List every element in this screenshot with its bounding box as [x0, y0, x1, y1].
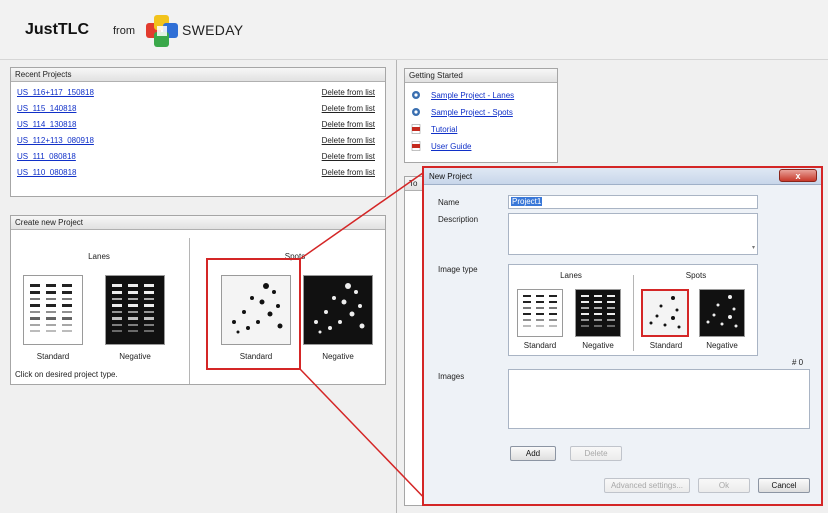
lanes-standard-plate-icon — [24, 276, 82, 344]
lanes-negative-thumbnail[interactable] — [105, 275, 165, 345]
spots-negative-thumbnail[interactable] — [303, 275, 373, 345]
lanes-negative-caption: Negative — [119, 352, 151, 361]
add-button[interactable]: Add — [510, 446, 556, 461]
user-guide-link[interactable]: User Guide — [431, 142, 471, 151]
from-label: from — [113, 25, 135, 37]
images-label: Images — [438, 372, 465, 381]
app-title: JustTLC — [25, 21, 89, 38]
recent-projects-panel: Recent Projects US_116+117_150818 Delete… — [10, 67, 386, 197]
dialog-lanes-negative-plate-icon — [576, 290, 620, 336]
sample-project-icon — [412, 108, 420, 116]
dialog-spots-negative-thumbnail[interactable] — [699, 289, 745, 337]
ok-button[interactable]: Ok — [698, 478, 750, 493]
spots-negative-plate-icon — [304, 276, 372, 344]
delete-from-list-link[interactable]: Delete from list — [322, 104, 375, 113]
panel-divider — [396, 60, 397, 513]
description-input[interactable]: ▾ — [508, 213, 758, 255]
lanes-negative-plate-icon — [106, 276, 164, 344]
recent-project-link[interactable]: US_114_130818 — [17, 120, 76, 129]
delete-button[interactable]: Delete — [570, 446, 622, 461]
sample-project-spots-link[interactable]: Sample Project - Spots — [431, 108, 513, 117]
dialog-spots-standard-plate-icon — [643, 291, 687, 335]
dialog-lanes-standard-thumbnail[interactable] — [517, 289, 563, 337]
spots-standard-caption: Standard — [239, 352, 273, 361]
delete-from-list-link[interactable]: Delete from list — [322, 120, 375, 129]
dialog-lanes-negative-caption: Negative — [582, 341, 614, 350]
dialog-lanes-standard-plate-icon — [518, 290, 562, 336]
description-label: Description — [438, 215, 479, 224]
recent-project-link[interactable]: US_116+117_150818 — [17, 88, 94, 97]
dialog-spots-standard-caption: Standard — [649, 341, 683, 350]
spots-negative-caption: Negative — [322, 352, 354, 361]
getting-started-title: Getting Started — [405, 69, 557, 83]
images-count: # 0 — [792, 358, 804, 367]
sample-project-icon — [412, 91, 420, 99]
pdf-icon — [411, 141, 421, 151]
new-project-dialog: New Project x Name Project1 Description … — [422, 166, 823, 506]
advanced-settings-button[interactable]: Advanced settings... — [604, 478, 690, 493]
dialog-lanes-standard-caption: Standard — [523, 341, 557, 350]
dialog-lanes-label: Lanes — [560, 271, 582, 280]
type-divider — [189, 238, 190, 384]
dialog-title: New Project — [429, 172, 473, 181]
close-icon[interactable]: x — [779, 169, 817, 182]
getting-started-item[interactable]: User Guide — [411, 141, 557, 153]
lanes-standard-caption: Standard — [36, 352, 70, 361]
company-name: SWEDAY — [182, 22, 244, 38]
name-input[interactable]: Project1 — [508, 195, 758, 209]
sample-project-lanes-link[interactable]: Sample Project - Lanes — [431, 91, 514, 100]
spots-standard-thumbnail[interactable] — [221, 275, 291, 345]
dialog-title-bar: New Project x — [424, 168, 821, 185]
getting-started-item[interactable]: Tutorial — [411, 124, 557, 136]
dialog-spots-standard-thumbnail[interactable] — [641, 289, 689, 337]
pdf-icon — [411, 124, 421, 134]
spots-standard-plate-icon — [222, 276, 290, 344]
images-list[interactable] — [508, 369, 810, 429]
image-type-selector: Lanes Spots Standard Negative Standard N… — [508, 264, 758, 356]
spots-label: Spots — [284, 252, 306, 261]
delete-from-list-link[interactable]: Delete from list — [322, 168, 375, 177]
app-header: JustTLC from SWEDAY — [0, 0, 828, 60]
lanes-label: Lanes — [88, 252, 110, 261]
delete-from-list-link[interactable]: Delete from list — [322, 152, 375, 161]
getting-started-item[interactable]: Sample Project - Spots — [411, 107, 557, 119]
getting-started-panel: Getting Started Sample Project - Lanes S… — [404, 68, 558, 163]
getting-started-item[interactable]: Sample Project - Lanes — [411, 90, 557, 102]
dialog-spots-negative-caption: Negative — [706, 341, 738, 350]
recent-project-row: US_112+113_080918 Delete from list — [17, 136, 375, 148]
cancel-button[interactable]: Cancel — [758, 478, 810, 493]
recent-project-row: US_116+117_150818 Delete from list — [17, 88, 375, 100]
name-label: Name — [438, 198, 460, 207]
recent-project-row: US_111_080818 Delete from list — [17, 152, 375, 164]
recent-project-link[interactable]: US_112+113_080918 — [17, 136, 94, 145]
create-project-title: Create new Project — [11, 216, 385, 230]
image-type-label: Image type — [438, 265, 478, 274]
dialog-lanes-negative-thumbnail[interactable] — [575, 289, 621, 337]
name-value: Project1 — [511, 197, 543, 206]
recent-project-row: US_115_140818 Delete from list — [17, 104, 375, 116]
recent-project-link[interactable]: US_110_080818 — [17, 168, 76, 177]
sweday-logo-icon — [146, 15, 178, 47]
recent-projects-title: Recent Projects — [11, 68, 385, 82]
recent-project-row: US_114_130818 Delete from list — [17, 120, 375, 132]
project-type-hint: Click on desired project type. — [15, 370, 118, 379]
dialog-spots-negative-plate-icon — [700, 290, 744, 336]
create-project-panel: Create new Project Lanes Spots Standard … — [10, 215, 386, 385]
tutorial-link[interactable]: Tutorial — [431, 125, 457, 134]
scroll-down-icon[interactable]: ▾ — [752, 244, 755, 251]
delete-from-list-link[interactable]: Delete from list — [322, 136, 375, 145]
delete-from-list-link[interactable]: Delete from list — [322, 88, 375, 97]
lanes-standard-thumbnail[interactable] — [23, 275, 83, 345]
dialog-type-divider — [633, 275, 634, 351]
dialog-spots-label: Spots — [685, 271, 707, 280]
recent-project-link[interactable]: US_111_080818 — [17, 152, 76, 161]
recent-project-link[interactable]: US_115_140818 — [17, 104, 76, 113]
recent-project-row: US_110_080818 Delete from list — [17, 168, 375, 180]
